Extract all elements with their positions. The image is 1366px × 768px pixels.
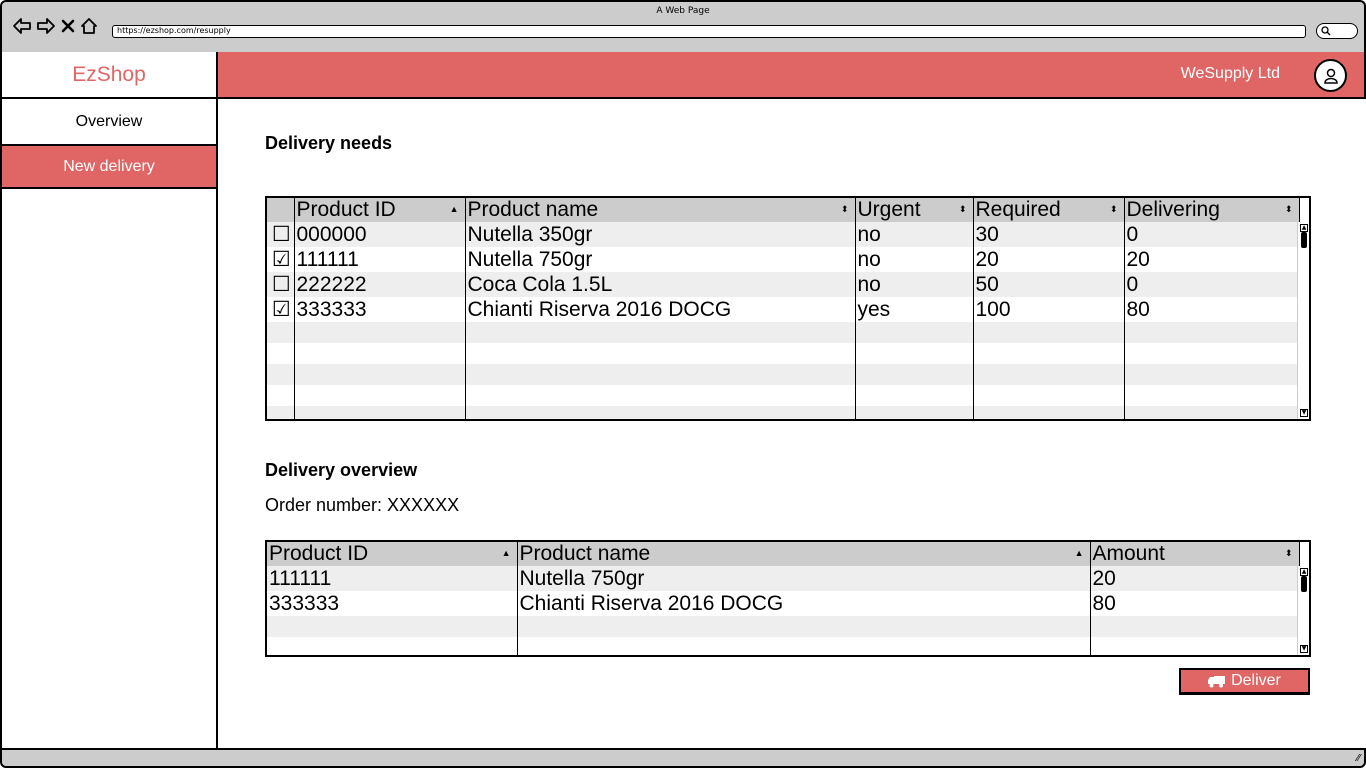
table-header: Product ID ▲ Product name ▲ Amount ⬍	[267, 542, 1300, 566]
cell-product-id: 333333	[294, 297, 466, 322]
delivery-overview-title: Delivery overview	[265, 460, 418, 480]
column-header-select	[267, 198, 295, 222]
browser-search[interactable]	[1316, 23, 1358, 39]
cell-delivering[interactable]: 0	[1124, 222, 1300, 247]
sort-asc-icon[interactable]: ▲	[450, 205, 459, 214]
logo[interactable]: EzShop	[2, 52, 216, 99]
resize-grip-icon[interactable]: ⁄⁄	[1357, 753, 1360, 764]
sort-asc-icon[interactable]: ▲	[1075, 549, 1084, 558]
scroll-thumb[interactable]	[1301, 576, 1307, 592]
cell-product-name: Nutella 350gr	[465, 222, 856, 247]
cell-required: 100	[973, 297, 1125, 322]
sidebar-item-overview[interactable]: Overview	[2, 99, 216, 144]
table-row[interactable]: 333333 Chianti Riserva 2016 DOCG 80	[267, 591, 1300, 616]
table-header: Product ID ▲ Product name ⬍ Urgent ⬍ Requir…	[267, 198, 1300, 222]
cell-product-id: 111111	[294, 247, 466, 272]
window-title: A Web Page	[656, 6, 710, 16]
column-header-product-id[interactable]: Product ID ▲	[267, 542, 518, 566]
cell-product-name: Chianti Riserva 2016 DOCG	[517, 591, 1091, 616]
cell-amount: 20	[1090, 566, 1300, 591]
company-name: WeSupply Ltd	[1180, 65, 1280, 82]
sort-icon[interactable]: ⬍	[1110, 205, 1118, 214]
empty-row	[267, 364, 1300, 385]
scroll-up-icon[interactable]: ▲	[1300, 224, 1308, 232]
table-row[interactable]: ☐ 222222 Coca Cola 1.5L no 50 0	[267, 272, 1300, 297]
scroll-thumb[interactable]	[1301, 232, 1307, 248]
column-header-required[interactable]: Required ⬍	[973, 198, 1125, 222]
cell-product-id: 333333	[267, 591, 518, 616]
cell-product-name: Coca Cola 1.5L	[465, 272, 856, 297]
scroll-down-icon[interactable]: ▼	[1300, 409, 1308, 417]
sort-icon[interactable]: ⬍	[841, 205, 849, 214]
back-icon[interactable]	[12, 17, 32, 35]
empty-row	[267, 616, 1300, 637]
cell-required: 30	[973, 222, 1125, 247]
scroll-down-icon[interactable]: ▼	[1300, 645, 1308, 653]
table-row[interactable]: ☑ 333333 Chianti Riserva 2016 DOCG yes 1…	[267, 297, 1300, 322]
row-checkbox[interactable]: ☑	[267, 297, 295, 322]
delivery-needs-table: Product ID ▲ Product name ⬍ Urgent ⬍ Requir…	[265, 196, 1311, 421]
table-row[interactable]: 111111 Nutella 750gr 20	[267, 566, 1300, 591]
cell-product-name: Nutella 750gr	[465, 247, 856, 272]
sidebar: EzShop Overview New delivery	[0, 52, 218, 748]
nav-icons	[12, 17, 98, 35]
empty-row	[267, 322, 1300, 343]
url-bar[interactable]: https://ezshop.com/resupply	[112, 25, 1306, 38]
cell-product-id: 222222	[294, 272, 466, 297]
delivery-needs-title: Delivery needs	[265, 133, 393, 153]
search-icon	[1321, 26, 1331, 36]
user-icon	[1323, 68, 1338, 84]
browser-chrome: A Web Page https://ezshop.com/resupply	[0, 0, 1366, 52]
table-row[interactable]: ☑ 111111 Nutella 750gr no 20 20	[267, 247, 1300, 272]
home-icon[interactable]	[80, 17, 98, 35]
cell-delivering[interactable]: 20	[1124, 247, 1300, 272]
sort-icon[interactable]: ⬍	[959, 205, 967, 214]
cell-product-name: Chianti Riserva 2016 DOCG	[465, 297, 856, 322]
sort-icon[interactable]: ⬍	[1285, 549, 1293, 558]
scroll-up-icon[interactable]: ▲	[1300, 568, 1308, 576]
cell-required: 20	[973, 247, 1125, 272]
browser-status-bar: ⁄⁄	[0, 748, 1366, 768]
empty-row	[267, 385, 1300, 406]
sidebar-item-new-delivery[interactable]: New delivery	[2, 144, 216, 189]
row-checkbox[interactable]: ☐	[267, 272, 295, 297]
cell-delivering[interactable]: 80	[1124, 297, 1300, 322]
column-header-product-id[interactable]: Product ID ▲	[294, 198, 466, 222]
sort-icon[interactable]: ⬍	[1285, 205, 1293, 214]
cell-product-id: 111111	[267, 566, 518, 591]
empty-row	[267, 406, 1300, 419]
table-row[interactable]: ☐ 000000 Nutella 350gr no 30 0	[267, 222, 1300, 247]
sort-asc-icon[interactable]: ▲	[502, 549, 511, 558]
row-checkbox[interactable]: ☑	[267, 247, 295, 272]
vertical-scrollbar[interactable]: ▲ ▼	[1297, 222, 1309, 419]
vertical-scrollbar[interactable]: ▲ ▼	[1297, 566, 1309, 655]
column-header-product-name[interactable]: Product name ▲	[517, 542, 1091, 566]
cell-product-id: 000000	[294, 222, 466, 247]
header-bar: WeSupply Ltd	[218, 52, 1366, 99]
empty-row	[267, 343, 1300, 364]
user-avatar[interactable]	[1314, 59, 1347, 92]
cell-delivering[interactable]: 0	[1124, 272, 1300, 297]
close-icon[interactable]	[60, 17, 76, 35]
row-checkbox[interactable]: ☐	[267, 222, 295, 247]
order-number: Order number: XXXXXX	[265, 495, 460, 515]
cell-urgent: no	[855, 272, 974, 297]
delivery-overview-table: Product ID ▲ Product name ▲ Amount ⬍ 111111…	[265, 540, 1311, 657]
forward-icon[interactable]	[36, 17, 56, 35]
column-header-delivering[interactable]: Delivering ⬍	[1124, 198, 1300, 222]
cell-urgent: no	[855, 222, 974, 247]
column-header-product-name[interactable]: Product name ⬍	[465, 198, 856, 222]
deliver-button-label: Deliver	[1231, 672, 1281, 689]
cell-amount: 80	[1090, 591, 1300, 616]
column-header-urgent[interactable]: Urgent ⬍	[855, 198, 974, 222]
deliver-button[interactable]: Deliver	[1179, 668, 1310, 695]
cell-urgent: yes	[855, 297, 974, 322]
cell-required: 50	[973, 272, 1125, 297]
column-header-amount[interactable]: Amount ⬍	[1090, 542, 1300, 566]
cell-urgent: no	[855, 247, 974, 272]
truck-icon	[1208, 675, 1226, 687]
empty-row	[267, 637, 1300, 655]
cell-product-name: Nutella 750gr	[517, 566, 1091, 591]
